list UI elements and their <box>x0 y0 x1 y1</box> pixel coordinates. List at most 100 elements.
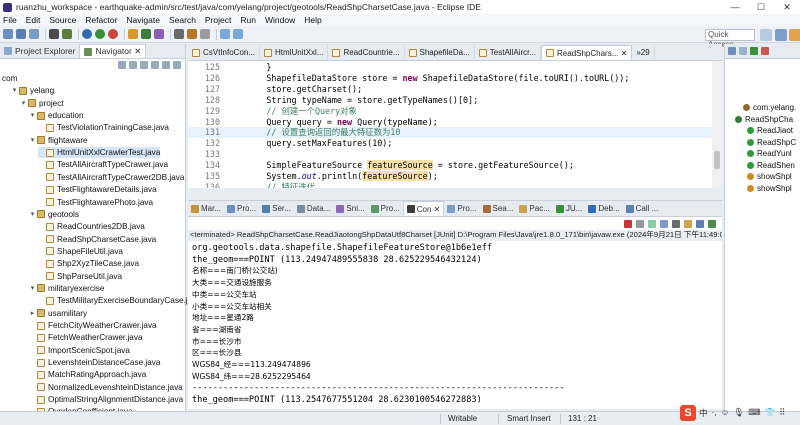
minimize-button[interactable]: — <box>722 0 748 14</box>
tab-navigator[interactable]: Navigator ✕ <box>79 44 147 58</box>
back-icon[interactable] <box>118 61 126 69</box>
bottom-view-tab[interactable]: Pro... <box>224 201 259 216</box>
forward-icon[interactable] <box>233 29 243 39</box>
bottom-view-tab[interactable]: JU... <box>553 201 585 216</box>
ime-item-icon[interactable]: 中 <box>699 407 708 419</box>
bottom-view-tab[interactable]: Sea... <box>480 201 517 216</box>
ime-toolbar[interactable]: S 中 ·, ☺ 🎙 ⌨ 👕 ⠿ <box>680 403 789 423</box>
code-line[interactable]: 130 Query query = new Query(typeName); <box>188 117 722 128</box>
up-icon[interactable] <box>140 61 148 69</box>
menu-navigate[interactable]: Navigate <box>126 15 160 25</box>
ime-item-icon[interactable]: ·, <box>712 407 717 419</box>
editor-scrollbar[interactable] <box>712 61 722 188</box>
editor-tab[interactable]: ShapefileDa... <box>405 45 475 60</box>
hide-static-icon[interactable] <box>761 47 769 55</box>
tree-file-item[interactable]: LevenshteinDistanceCase.java <box>29 357 160 368</box>
tree-file-item[interactable]: HtmlUnitXxlCrawlerTest.java <box>38 147 161 159</box>
bottom-view-tab[interactable]: Pro... <box>444 201 479 216</box>
tree-package-item[interactable]: ▾ yelang <box>11 85 54 96</box>
save-icon[interactable] <box>16 29 26 39</box>
bottom-view-tab[interactable]: Data... <box>294 201 334 216</box>
tree-package-item[interactable]: com <box>2 73 17 84</box>
menu-search[interactable]: Search <box>169 15 196 25</box>
outline-item[interactable]: ReadYunl <box>747 148 792 159</box>
tree-file-item[interactable]: TestAllAircraftTypeCrawer.java <box>38 159 168 170</box>
code-line[interactable]: 131 // 设置查询返回的最大特征数为10 <box>188 127 722 139</box>
forward-icon[interactable] <box>129 61 137 69</box>
bottom-view-tab[interactable]: Deb... <box>585 201 622 216</box>
code-line[interactable]: 135 System.out.println(featureSource); <box>188 171 722 182</box>
menu-run[interactable]: Run <box>240 15 256 25</box>
editor-tab[interactable]: ReadShpChars... ✕ <box>541 45 633 60</box>
ime-item-icon[interactable]: 🎙 <box>733 407 744 419</box>
tree-package-item[interactable]: ▾ militaryexercise <box>29 283 105 294</box>
outline-item[interactable]: ReadShpCha <box>735 114 793 125</box>
save-all-icon[interactable] <box>29 29 39 39</box>
tree-file-item[interactable]: TestFlightawareDetails.java <box>38 184 157 195</box>
code-line[interactable]: 134 SimpleFeatureSource featureSource = … <box>188 160 722 171</box>
link-editor-icon[interactable] <box>162 61 170 69</box>
tree-file-item[interactable]: MatchRatingApproach.java <box>29 369 146 380</box>
remove-launch-icon[interactable] <box>636 219 644 228</box>
bottom-view-tab[interactable]: Call ... <box>623 201 662 216</box>
display-console-icon[interactable] <box>696 219 704 228</box>
bottom-view-tab[interactable]: Pac... <box>516 201 552 216</box>
tree-file-item[interactable]: TestViolationTrainingCase.java <box>38 122 169 133</box>
new-icon[interactable] <box>3 29 13 39</box>
code-line[interactable]: 132 query.setMaxFeatures(10); <box>188 138 722 149</box>
editor-tab[interactable]: TestAllAircr... <box>475 45 542 60</box>
word-wrap-icon[interactable] <box>672 219 680 228</box>
debug-icon[interactable] <box>82 29 92 39</box>
editor-tab[interactable]: CsVtInfoCon... <box>188 45 261 60</box>
tree-file-item[interactable]: FetchWeatherCrawer.java <box>29 332 143 343</box>
next-annotation-icon[interactable] <box>200 29 210 39</box>
search-icon[interactable] <box>174 29 184 39</box>
editor-tab[interactable]: »29 <box>632 45 655 60</box>
menu-source[interactable]: Source <box>49 15 76 25</box>
bottom-view-tab[interactable]: Mar... <box>188 201 224 216</box>
menu-refactor[interactable]: Refactor <box>85 15 117 25</box>
tree-file-item[interactable]: OptimalStringAlignmentDistance.java <box>29 394 183 405</box>
tree-file-item[interactable]: ReadShpCharsetCase.java <box>38 234 156 245</box>
close-button[interactable]: ✕ <box>774 0 800 14</box>
outline-item[interactable]: ReadShen <box>747 160 795 171</box>
outline-icon[interactable] <box>728 47 736 55</box>
tree-package-item[interactable]: ▾ education <box>29 110 84 121</box>
expand-arrow-icon[interactable]: ▾ <box>11 85 18 96</box>
tree-package-item[interactable]: ▸ usamilitary <box>29 308 87 319</box>
outline-item[interactable]: showShpl <box>747 171 792 182</box>
tree-file-item[interactable]: NormalizedLevenshteinDistance.java <box>29 382 183 393</box>
tree-file-item[interactable]: Shp2XyzTileCase.java <box>38 258 139 269</box>
remove-all-icon[interactable] <box>648 219 656 228</box>
outline-item[interactable]: showShpl <box>747 183 792 194</box>
terminate-icon[interactable] <box>624 219 632 228</box>
code-line[interactable]: 133 <box>188 149 722 160</box>
menu-edit[interactable]: Edit <box>26 15 41 25</box>
new-class-icon[interactable] <box>141 29 151 39</box>
expand-arrow-icon[interactable]: ▾ <box>20 98 27 109</box>
expand-arrow-icon[interactable]: ▸ <box>29 308 36 319</box>
new-package-icon[interactable] <box>128 29 138 39</box>
outline-item[interactable]: ReadJiaot <box>747 125 793 136</box>
bottom-view-tab[interactable]: Sni... <box>333 201 367 216</box>
code-line[interactable]: 126 ShapefileDataStore store = new Shape… <box>188 73 722 84</box>
editor-tab[interactable]: HtmlUnitXxl... <box>260 45 329 60</box>
editor-tab[interactable]: ReadCountrie... <box>328 45 405 60</box>
tree-file-item[interactable]: TestMilitaryExerciseBoundaryCase.java <box>38 295 201 306</box>
code-line[interactable]: 129 // 创建一个Query对象 <box>188 106 722 117</box>
menu-project[interactable]: Project <box>205 15 231 25</box>
expand-arrow-icon[interactable]: ▾ <box>29 209 36 220</box>
ime-item-icon[interactable]: ☺ <box>721 407 730 419</box>
collapse-all-icon[interactable] <box>151 61 159 69</box>
pin-console-icon[interactable] <box>684 219 692 228</box>
maximize-button[interactable]: ☐ <box>748 0 774 14</box>
ime-item-icon[interactable]: 👕 <box>764 407 775 419</box>
ime-item-icon[interactable]: ⌨ <box>748 407 760 419</box>
tab-project-explorer[interactable]: Project Explorer <box>0 44 79 58</box>
open-perspective-icon[interactable] <box>760 29 772 41</box>
code-line[interactable]: 128 String typeName = store.getTypeNames… <box>188 95 722 106</box>
tab-console[interactable]: Con ✕ <box>402 201 445 216</box>
expand-arrow-icon[interactable]: ▾ <box>29 135 36 146</box>
scroll-lock-icon[interactable] <box>660 219 668 228</box>
tree-file-item[interactable]: ShapeFileUtil.java <box>38 246 123 257</box>
